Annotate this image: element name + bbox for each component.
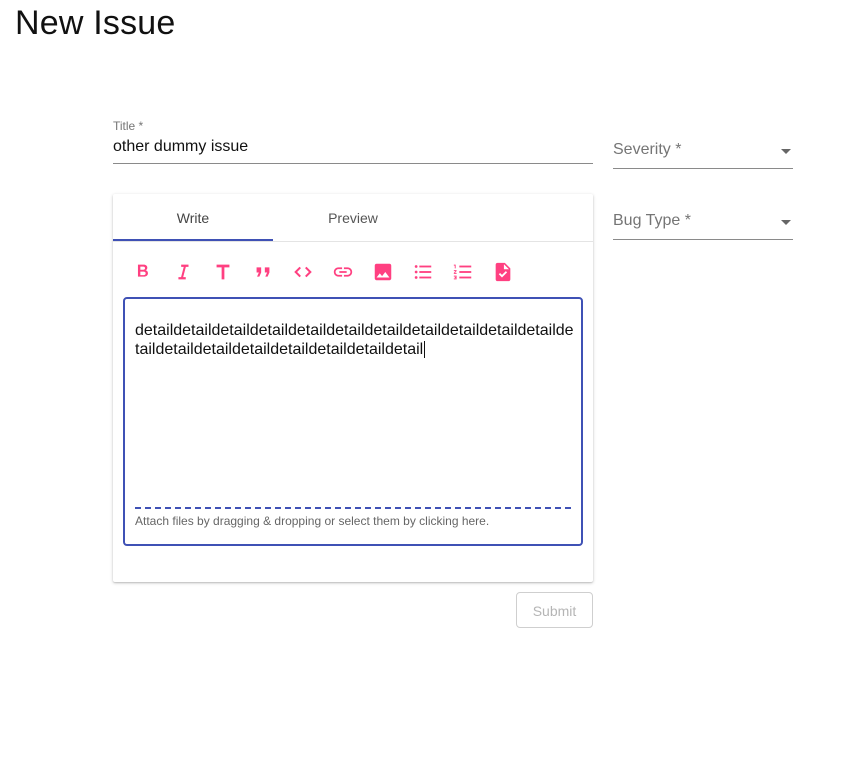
italic-icon xyxy=(178,264,189,280)
link-button[interactable] xyxy=(323,260,363,284)
quote-button[interactable] xyxy=(243,260,283,284)
submit-button[interactable]: Submit xyxy=(516,592,593,628)
image-icon xyxy=(374,263,392,281)
caret-down-icon xyxy=(781,220,791,225)
code-button[interactable] xyxy=(283,260,323,284)
bold-button[interactable] xyxy=(123,260,163,284)
italic-button[interactable] xyxy=(163,260,203,284)
title-label: Title * xyxy=(113,119,144,133)
editor-content-text: detaildetaildetaildetaildetaildetaildeta… xyxy=(135,322,574,358)
markdown-editor: Write Preview detaildetaildetaildetailde… xyxy=(113,194,593,582)
active-tab-indicator xyxy=(113,239,273,241)
title-field[interactable]: Title * xyxy=(113,118,593,164)
header-button[interactable] xyxy=(203,260,243,284)
link-icon xyxy=(333,267,353,277)
checked-list-icon xyxy=(495,262,511,282)
caret-down-icon xyxy=(781,149,791,154)
attach-files-hint[interactable]: Attach files by dragging & dropping or s… xyxy=(135,514,489,528)
attach-divider xyxy=(135,507,571,509)
ordered-list-button[interactable] xyxy=(443,260,483,284)
title-input[interactable] xyxy=(113,138,593,156)
bug-type-select[interactable]: Bug Type * xyxy=(613,208,793,240)
bold-icon xyxy=(137,264,148,277)
bug-type-placeholder: Bug Type * xyxy=(613,212,691,229)
editor-textarea[interactable]: detaildetaildetaildetaildetaildetaildeta… xyxy=(123,297,583,546)
unordered-list-button[interactable] xyxy=(403,260,443,284)
text-cursor xyxy=(424,341,426,358)
tab-write[interactable]: Write xyxy=(113,194,273,242)
tab-preview[interactable]: Preview xyxy=(273,194,433,242)
image-button[interactable] xyxy=(363,260,403,284)
header-icon xyxy=(216,264,230,280)
checked-list-button[interactable] xyxy=(483,260,523,284)
page-title: New Issue xyxy=(15,4,176,42)
unordered-list-icon xyxy=(414,265,432,279)
ordered-list-icon xyxy=(453,264,472,280)
quote-icon xyxy=(256,267,270,277)
editor-tabs: Write Preview xyxy=(113,194,593,242)
severity-placeholder: Severity * xyxy=(613,141,682,158)
editor-content: detaildetaildetaildetaildetaildetaildeta… xyxy=(135,321,575,359)
code-icon xyxy=(294,266,312,278)
severity-select[interactable]: Severity * xyxy=(613,137,793,169)
